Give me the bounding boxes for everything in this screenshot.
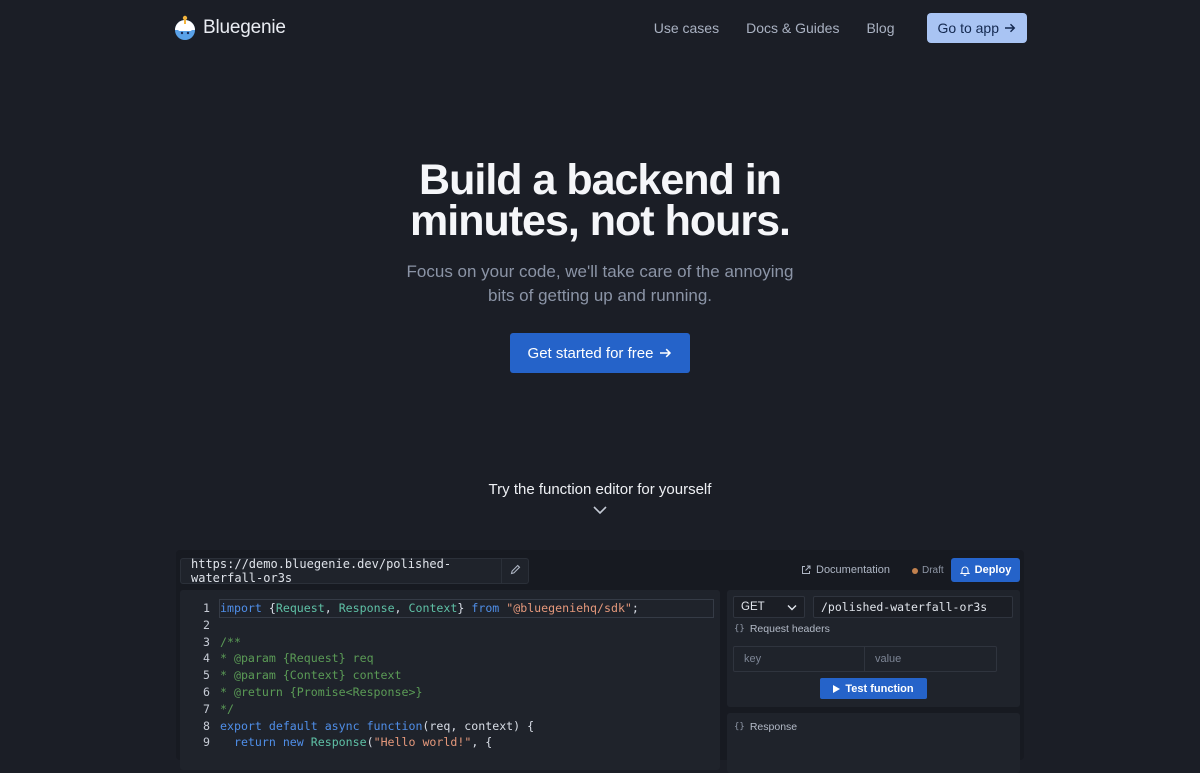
line-number: 9 — [203, 735, 210, 750]
chevron-down-icon — [787, 604, 797, 610]
code-line: 6 * @return {Promise<Response>} — [180, 684, 720, 701]
line-number: 2 — [203, 617, 210, 632]
code-line: 7 */ — [180, 701, 720, 718]
code-line: 3 /** — [180, 634, 720, 651]
hero-title-line-2: minutes, not hours. — [410, 197, 791, 245]
line-number: 3 — [203, 634, 210, 649]
get-started-label: Get started for free — [527, 344, 654, 362]
try-editor-label: Try the function editor for yourself — [488, 481, 712, 498]
pencil-icon — [510, 564, 520, 575]
code-line: 4 * @param {Request} req — [180, 650, 720, 667]
documentation-label: Documentation — [816, 564, 890, 576]
code-line: 8 export default async function(req, con… — [180, 718, 720, 735]
response-panel: {} Response — [727, 713, 1020, 773]
top-nav: Bluegenie Use cases Docs & Guides Blog G… — [0, 0, 1200, 56]
header-key-input[interactable]: key — [734, 647, 865, 671]
chevron-down-icon[interactable] — [593, 505, 607, 515]
line-number: 5 — [203, 668, 210, 683]
hero-title-line-1: Build a backend in — [419, 156, 782, 204]
request-panel: GET /polished-waterfall-or3s {} Request … — [727, 590, 1020, 707]
status-dot-icon — [912, 567, 918, 574]
line-number: 7 — [203, 701, 210, 716]
function-url[interactable]: https://demo.bluegenie.dev/polished-wate… — [181, 557, 501, 585]
braces-icon: {} — [734, 624, 745, 634]
arrow-right-icon — [1005, 23, 1016, 33]
code-line: 2 — [180, 617, 720, 634]
header-row: key value — [733, 646, 997, 672]
code-line: 9 return new Response("Hello world!", { — [180, 734, 720, 751]
code-text: * @return {Promise<Response>} — [220, 684, 423, 699]
go-to-app-button[interactable]: Go to app — [926, 13, 1027, 43]
hero-title: Build a backend in minutes, not hours. — [0, 156, 1200, 245]
code-text: return new Response("Hello world!", { — [233, 735, 493, 750]
brand-logo-link[interactable]: Bluegenie — [173, 15, 286, 41]
deploy-button[interactable]: Deploy — [951, 558, 1020, 582]
status-label: Draft — [922, 565, 944, 576]
braces-icon: {} — [734, 722, 745, 732]
nav-link-blog[interactable]: Blog — [866, 20, 894, 36]
method-select[interactable]: GET — [733, 596, 805, 618]
nav-link-docs[interactable]: Docs & Guides — [746, 20, 839, 36]
documentation-link[interactable]: Documentation — [801, 564, 890, 576]
code-lines: 1 import {Request, Response, Context} fr… — [180, 590, 720, 751]
method-value: GET — [741, 601, 765, 613]
code-text: */ — [220, 701, 234, 716]
function-editor: https://demo.bluegenie.dev/polished-wate… — [176, 550, 1024, 773]
response-label: Response — [749, 721, 798, 733]
code-editor[interactable]: 1 import {Request, Response, Context} fr… — [180, 590, 720, 770]
hero-subtitle: Focus on your code, we'll take care of t… — [406, 262, 794, 305]
line-number: 4 — [203, 651, 210, 666]
bell-icon — [959, 566, 970, 576]
request-headers-label: Request headers — [749, 623, 830, 635]
get-started-button[interactable]: Get started for free — [510, 333, 690, 373]
external-link-icon — [802, 565, 811, 574]
function-url-box: https://demo.bluegenie.dev/polished-wate… — [180, 557, 529, 585]
code-text: export default async function(req, conte… — [220, 718, 535, 733]
code-text: * @param {Request} req — [220, 651, 374, 666]
code-line: 1 import {Request, Response, Context} fr… — [180, 599, 720, 618]
request-headers-section: {} Request headers — [734, 623, 830, 635]
header-value-input[interactable]: value — [865, 647, 996, 671]
code-text: import {Request, Response, Context} from… — [219, 599, 714, 618]
edit-url-button[interactable] — [502, 564, 528, 578]
response-section: {} Response — [734, 721, 797, 733]
line-number: 8 — [203, 718, 210, 733]
go-to-app-label: Go to app — [937, 20, 1000, 36]
genie-logo-icon — [175, 15, 195, 40]
brand-name: Bluegenie — [203, 17, 286, 38]
deploy-label: Deploy — [974, 564, 1012, 576]
play-icon — [833, 684, 841, 693]
code-text: * @param {Context} context — [220, 668, 402, 683]
status-badge: Draft — [912, 565, 944, 576]
code-text: /** — [220, 634, 241, 649]
line-number: 1 — [203, 601, 210, 615]
test-function-button[interactable]: Test function — [820, 678, 927, 699]
arrow-right-icon — [660, 348, 672, 358]
path-input[interactable]: /polished-waterfall-or3s — [813, 596, 1013, 618]
code-line: 5 * @param {Context} context — [180, 667, 720, 684]
line-number: 6 — [203, 684, 210, 699]
nav-links: Use cases Docs & Guides Blog Go to app — [654, 13, 1027, 43]
test-function-label: Test function — [845, 682, 914, 695]
nav-link-use-cases[interactable]: Use cases — [654, 20, 719, 36]
